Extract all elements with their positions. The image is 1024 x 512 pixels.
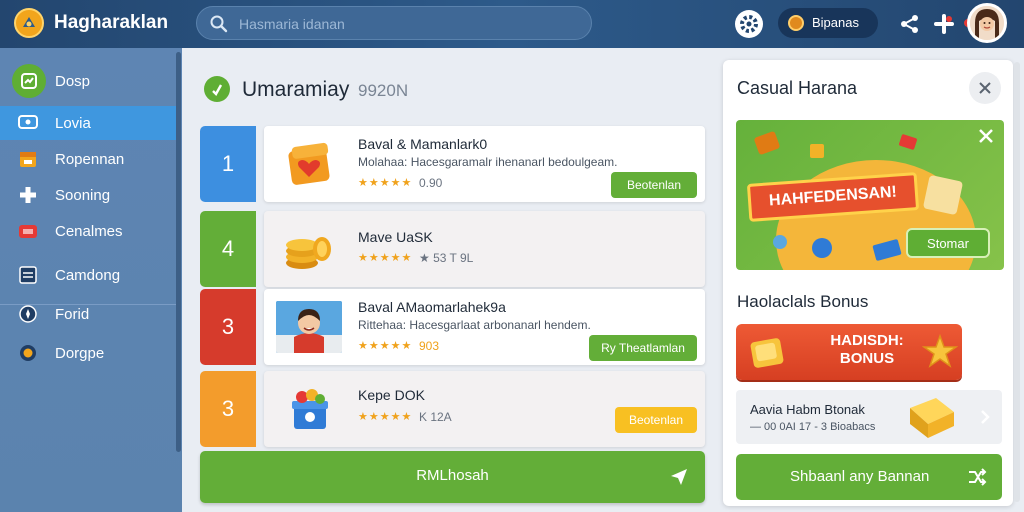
chest-icon (750, 338, 784, 368)
game-title: Baval & Mamanlark0 (358, 136, 488, 152)
game-card[interactable]: Baval & Mamanlark0 Molahaa: Hacesgaramal… (264, 126, 705, 202)
primary-action-button[interactable]: RMLhosah (200, 451, 705, 503)
dashboard-icon (12, 64, 46, 98)
chevron-right-icon[interactable] (978, 408, 992, 426)
notification-icon[interactable] (930, 10, 958, 38)
rank-badge: 1 (200, 126, 256, 202)
panel-action-button[interactable]: Shbaanl any Bannan (736, 454, 1002, 500)
search-icon (210, 15, 228, 33)
leaderboard-icon (204, 76, 230, 102)
promo-banner[interactable]: HAHFEDENSAN! Stomar (736, 120, 1004, 270)
star-icon (922, 334, 958, 368)
bonus-title: Aavia Habm Btonak (750, 402, 865, 417)
game-card[interactable]: Baval AMaomarlahek9a Rittehaa: Hacesgarl… (264, 289, 705, 365)
game-title: Baval AMaomarlahek9a (358, 299, 506, 315)
shuffle-icon (969, 468, 987, 486)
compass-icon (16, 302, 40, 326)
list-item[interactable]: 4 Mave UaSK ★★★★★ ★ 53 T 9L (200, 211, 705, 287)
panel-scrollbar[interactable] (1014, 62, 1020, 502)
heart-chest-icon (276, 138, 342, 190)
window-icon (16, 263, 40, 287)
game-description: Molahaa: Hacesgaramalr ihenanarl bedoulg… (358, 155, 618, 169)
sidebar-item-label: Ropennan (55, 150, 125, 168)
play-button[interactable]: Beotenlan (615, 407, 697, 433)
list-item[interactable]: 3 Kepe DOK ★★★★★ K 12A Beotenlan (200, 371, 705, 447)
sidebar-scrollbar[interactable] (176, 52, 181, 452)
rating-value: 903 (419, 339, 440, 353)
badge-icon (16, 341, 40, 365)
rating-value: 0.90 (419, 176, 443, 190)
play-button[interactable]: Beotenlan (611, 172, 697, 198)
sidebar-item-label: Forid (55, 305, 90, 323)
rating-value: ★ 53 T 9L (419, 251, 474, 265)
gift-box-icon (276, 383, 342, 435)
panel-action-label: Shbaanl any Bannan (790, 468, 930, 485)
section-title: Haolaclals Bonus (737, 292, 869, 311)
share-icon[interactable] (896, 10, 924, 38)
sidebar-item-label: Dosp (55, 72, 91, 90)
close-icon[interactable] (969, 72, 1001, 104)
primary-action-label: RMLhosah (416, 467, 489, 484)
game-description: Rittehaa: Hacesgarlaat arbonanarl hendem… (358, 318, 591, 332)
search-placeholder: Hasmaria idanan (239, 16, 345, 32)
bonus-banner-text: HADISDH: BONUS (830, 332, 904, 367)
list-item[interactable]: 3 Baval AMaomarlahek9a Rittehaa: Hacesga… (200, 289, 705, 365)
bonus-banner[interactable]: HADISDH: BONUS (736, 324, 962, 380)
monitor-icon (16, 111, 40, 135)
send-icon (671, 469, 687, 485)
gold-block-icon (910, 398, 954, 438)
gear-icon[interactable] (735, 10, 763, 38)
star-rating: ★★★★★ (358, 411, 413, 423)
coins-balance[interactable]: Bipanas (778, 8, 878, 38)
sidebar-item-dorgpe[interactable]: Dorgpe (0, 336, 176, 370)
sidebar-item-lovia[interactable]: Lovia (0, 106, 176, 140)
game-title: Kepe DOK (358, 387, 425, 403)
rank-badge: 3 (200, 289, 256, 365)
coins-icon (276, 223, 342, 275)
play-button[interactable]: Ry Theatlamlan (589, 335, 697, 361)
ticket-icon (16, 219, 40, 243)
calendar-icon (16, 147, 40, 171)
rank-badge: 3 (200, 371, 256, 447)
bonus-detail: — 00 0AI 17 - 3 Bioabacs (750, 421, 876, 433)
top-bar: Hagharaklan Hasmaria idanan Bipanas (0, 0, 1024, 48)
sidebar-item-label: Cenalmes (55, 222, 123, 240)
page-title: Umaramiay (242, 78, 350, 101)
user-avatar[interactable] (967, 3, 1007, 43)
search-bar[interactable]: Hasmaria idanan (196, 6, 592, 40)
sidebar-item-ropennan[interactable]: Ropennan (0, 142, 176, 176)
star-rating: ★★★★★ (358, 177, 413, 189)
list-item[interactable]: 1 Baval & Mamanlark0 Molahaa: Hacesgaram… (200, 126, 705, 202)
promo-button[interactable]: Stomar (906, 228, 990, 258)
game-card[interactable]: Kepe DOK ★★★★★ K 12A Beotenlan (264, 371, 705, 447)
page-subtitle: 9920N (358, 81, 409, 100)
sidebar-item-label: Sooning (55, 186, 111, 204)
sidebar-item-label: Camdong (55, 266, 121, 284)
sidebar-item-cenalmes[interactable]: Cenalmes (0, 214, 176, 248)
panel-title: Casual Harana (737, 78, 858, 98)
sidebar-item-camdong[interactable]: Camdong (0, 258, 176, 292)
sidebar-item-label: Lovia (55, 114, 91, 132)
sidebar-item-label: Dorgpe (55, 344, 105, 362)
player-photo (276, 301, 342, 353)
right-panel: Casual Harana HAHFEDENSAN! Stomar Haolac… (723, 60, 1013, 506)
sidebar: Dosp Lovia Ropennan Sooning Cenalmes Cam… (0, 48, 182, 512)
coin-icon (788, 15, 804, 31)
app-logo-icon[interactable] (14, 8, 44, 38)
main-content: Umaramiay 9920N 1 Baval & Mamanlark0 Mol… (184, 56, 718, 512)
plus-icon (16, 183, 40, 207)
star-rating: ★★★★★ (358, 340, 413, 352)
coins-label: Bipanas (812, 15, 859, 30)
sidebar-item-forid[interactable]: Forid (0, 297, 176, 331)
game-title: Mave UaSK (358, 229, 433, 245)
app-title: Hagharaklan (54, 12, 169, 33)
rating-value: K 12A (419, 410, 452, 424)
rank-badge: 4 (200, 211, 256, 287)
bonus-list-item[interactable]: Aavia Habm Btonak — 00 0AI 17 - 3 Bioaba… (736, 390, 1002, 444)
star-rating: ★★★★★ (358, 252, 413, 264)
game-card[interactable]: Mave UaSK ★★★★★ ★ 53 T 9L (264, 211, 705, 287)
sidebar-item-sooning[interactable]: Sooning (0, 178, 176, 212)
sidebar-item-dosp[interactable]: Dosp (0, 64, 176, 98)
close-icon[interactable] (978, 128, 994, 144)
